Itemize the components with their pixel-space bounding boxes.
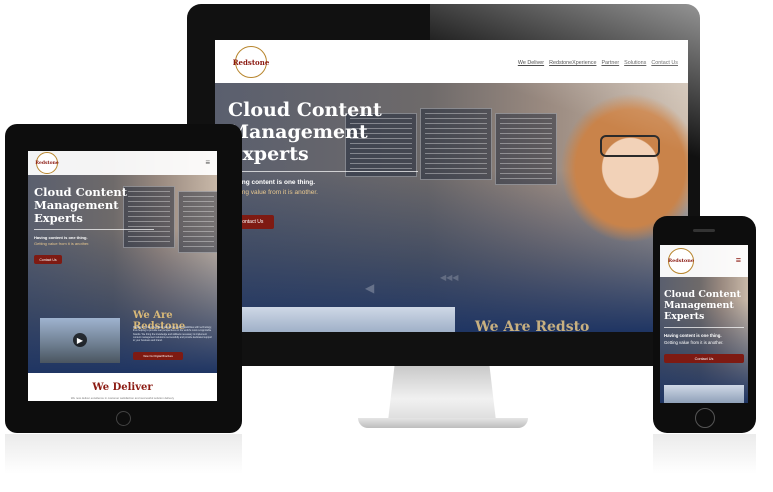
hamburger-icon[interactable]: ≡ (205, 158, 210, 167)
nav-link-partner[interactable]: Partner (601, 60, 619, 66)
site-logo[interactable]: Redstone (664, 248, 698, 274)
contact-us-button[interactable]: Contact Us (34, 255, 62, 264)
hero-subtitle-2: Getting value from it is another. (664, 340, 724, 345)
tablet-navbar: Redstone ≡ (28, 151, 217, 175)
nav-link-solutions[interactable]: Solutions (624, 60, 646, 66)
site-logo[interactable]: Redstone (225, 44, 277, 80)
hamburger-icon[interactable]: ≡ (736, 255, 741, 265)
phone-reflection (653, 434, 756, 474)
decorative-arrows: ◀ (365, 281, 375, 295)
video-thumbnail[interactable]: ▶ (40, 318, 120, 363)
phone-speaker (693, 229, 715, 232)
hero-title-line: Management (664, 300, 734, 311)
desktop-nav-links: We Deliver RedstoneXperience Partner Sol… (518, 60, 678, 66)
section-title-peek: We Are Redsto (475, 319, 590, 332)
background-monitor (420, 108, 492, 180)
hero-title-line: Cloud Content (228, 99, 382, 121)
brochure-button[interactable]: View Our Digital Brochure (133, 352, 183, 360)
hero-subtitle-1: Having content is one thing. (34, 235, 88, 240)
desktop-screen: Cloud Content Management Experts Having … (215, 40, 688, 332)
background-monitor (178, 191, 217, 253)
hero-title-line: Management (228, 121, 368, 143)
site-logo[interactable]: Redstone (32, 152, 62, 174)
logo-emblem: Redstone (232, 46, 270, 78)
we-deliver-subtitle: We now deliver excellence in customer sa… (70, 396, 175, 400)
play-icon[interactable]: ▶ (73, 333, 87, 347)
hero-subtitle-1: Having content is one thing. (664, 333, 722, 338)
logo-emblem: Redstone (668, 248, 694, 274)
we-deliver-title: We Deliver (92, 382, 153, 393)
desktop-navbar: Redstone We Deliver RedstoneXperience Pa… (215, 40, 688, 83)
tablet-screen: Redstone ≡ Cloud Content Management Expe… (28, 151, 217, 401)
hero-title-line: Experts (34, 211, 83, 225)
phone-home-button (695, 408, 715, 428)
decorative-arrows: ◀◀◀ (440, 273, 459, 282)
phone-screen: Redstone ≡ Cloud Content Management Expe… (660, 245, 748, 403)
nav-link-contact-us[interactable]: Contact Us (651, 60, 678, 66)
hero-title-line: Cloud Content (664, 289, 741, 300)
nav-link-redstonexperience[interactable]: RedstoneXperience (549, 60, 596, 66)
tablet-reflection (5, 434, 242, 474)
desktop-stand-base (358, 418, 528, 428)
hero-subtitle-2: Getting value from it is another. (34, 241, 90, 246)
phone-navbar: Redstone ≡ (660, 245, 748, 277)
phone-hero-title: Cloud Content Management Experts (664, 289, 741, 322)
logo-wordmark: Redstone (35, 160, 59, 166)
hero-title-line: Experts (664, 311, 705, 322)
logo-wordmark: Redstone (232, 57, 270, 67)
desktop-hero: Cloud Content Management Experts Having … (215, 83, 688, 332)
section-image (215, 307, 455, 332)
desktop-stand (388, 366, 496, 421)
section-image (664, 385, 744, 403)
nav-link-we-deliver[interactable]: We Deliver (518, 60, 544, 66)
hero-title-line: Experts (228, 143, 309, 165)
desktop-hero-title: Cloud Content Management Experts (228, 99, 382, 165)
tablet-hero-title: Cloud Content Management Experts (34, 186, 127, 225)
hero-divider (34, 229, 154, 230)
tablet-home-button (116, 411, 131, 426)
logo-wordmark: Redstone (667, 258, 695, 264)
hero-divider (664, 327, 744, 328)
hero-divider (228, 171, 418, 172)
background-monitor (123, 186, 175, 248)
hero-portrait-glasses (600, 135, 660, 157)
logo-emblem: Redstone (35, 152, 59, 174)
about-body: Redstone Content Solutions delivers the … (133, 326, 212, 343)
contact-us-button[interactable]: Contact Us (664, 354, 744, 363)
background-monitor (495, 113, 557, 185)
